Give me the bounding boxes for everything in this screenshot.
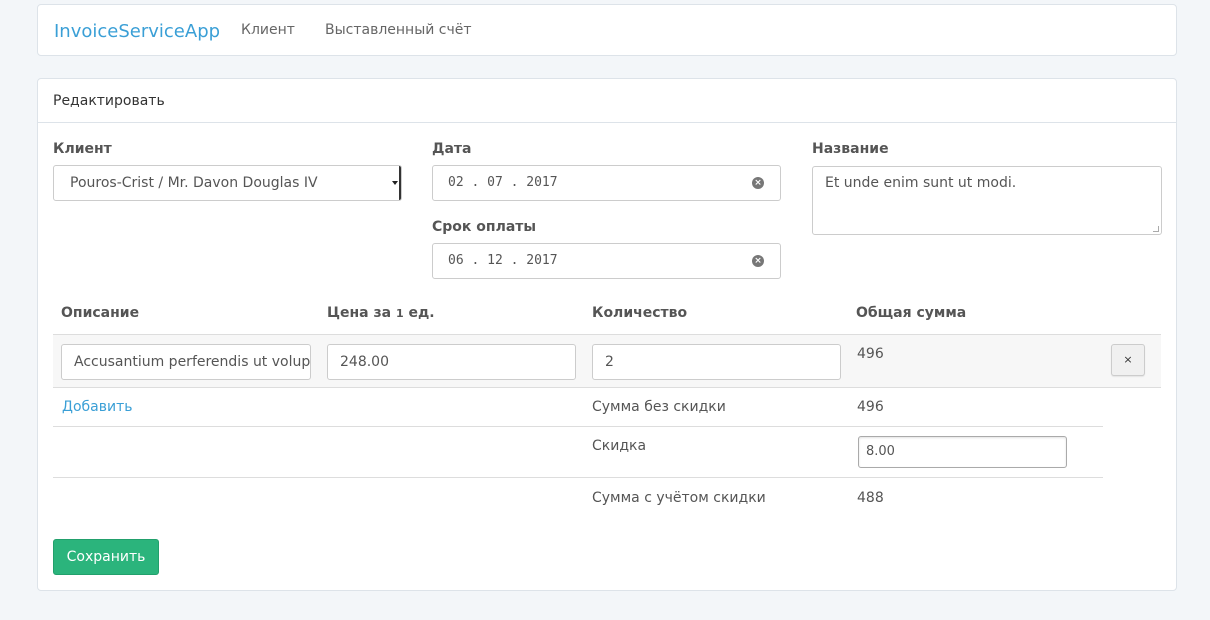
chevron-down-icon: [392, 181, 398, 185]
add-item-link[interactable]: Добавить: [62, 399, 132, 415]
col-header-price: Цена за 1 ед.: [327, 305, 435, 321]
total-label: Сумма с учётом скидки: [592, 490, 766, 506]
name-textarea[interactable]: Et unde enim sunt ut modi.: [812, 166, 1162, 235]
panel-heading: Редактировать: [38, 79, 1176, 123]
item-price-value: 248.00: [340, 354, 389, 370]
item-description-input[interactable]: Accusantium perferendis ut voluptatem: [61, 344, 311, 380]
total-value: 488: [857, 490, 884, 506]
col-header-price-one: 1: [395, 307, 404, 320]
remove-row-button[interactable]: ×: [1111, 344, 1145, 376]
due-date-input-value: 06 . 12 . 2017: [448, 253, 558, 268]
subtotal-label: Сумма без скидки: [592, 399, 726, 415]
discount-label: Скидка: [592, 438, 647, 454]
name-textarea-value: Et unde enim sunt ut modi.: [825, 175, 1017, 191]
item-total: 496: [857, 346, 884, 362]
top-navbar: InvoiceServiceApp Клиент Выставленный сч…: [37, 4, 1177, 56]
subtotal-value: 496: [857, 399, 884, 415]
col-header-price-prefix: Цена за: [327, 305, 392, 321]
panel-title: Редактировать: [53, 93, 165, 109]
col-header-total: Общая сумма: [856, 305, 967, 321]
clear-date-icon[interactable]: ×: [752, 177, 764, 189]
nav-link-client[interactable]: Клиент: [241, 22, 295, 38]
item-quantity-input[interactable]: 2: [592, 344, 841, 380]
client-select-value: Pouros-Crist / Mr. Davon Douglas IV: [70, 175, 318, 191]
date-input-value: 02 . 07 . 2017: [448, 175, 558, 190]
edit-panel: Редактировать Клиент Pouros-Crist / Mr. …: [37, 78, 1177, 591]
discount-input[interactable]: 8.00: [858, 436, 1067, 468]
name-label: Название: [812, 141, 889, 157]
save-button[interactable]: Сохранить: [53, 539, 159, 575]
clear-due-date-icon[interactable]: ×: [752, 255, 764, 267]
col-header-price-suffix: ед.: [408, 305, 435, 321]
discount-input-value: 8.00: [866, 444, 895, 459]
item-description-value: Accusantium perferendis ut voluptatem: [74, 354, 311, 370]
client-select[interactable]: Pouros-Crist / Mr. Davon Douglas IV: [53, 165, 402, 201]
resize-grip-icon[interactable]: [1153, 226, 1159, 232]
select-edge: [399, 166, 401, 200]
col-header-quantity: Количество: [592, 305, 688, 321]
client-label: Клиент: [53, 141, 112, 157]
divider: [53, 477, 1103, 478]
date-label: Дата: [432, 141, 472, 157]
col-header-description: Описание: [61, 305, 140, 321]
brand-link[interactable]: InvoiceServiceApp: [54, 21, 220, 42]
divider: [53, 426, 1103, 427]
date-input[interactable]: 02 . 07 . 2017 ×: [432, 165, 781, 201]
item-quantity-value: 2: [605, 354, 614, 370]
due-date-label: Срок оплаты: [432, 219, 537, 235]
due-date-input[interactable]: 06 . 12 . 2017 ×: [432, 243, 781, 279]
nav-link-invoice[interactable]: Выставленный счёт: [325, 22, 472, 38]
item-price-input[interactable]: 248.00: [327, 344, 576, 380]
